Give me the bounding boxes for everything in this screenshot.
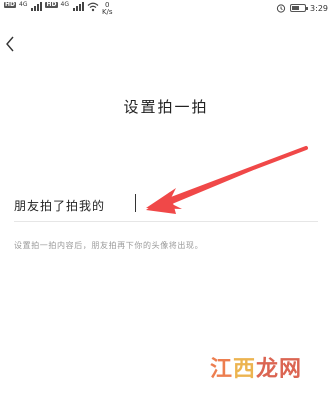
pat-input-row[interactable]: 朋友拍了拍我的 xyxy=(14,194,314,216)
wifi-icon xyxy=(87,2,99,12)
watermark-part2: 西 xyxy=(232,356,256,382)
alarm-icon xyxy=(276,4,286,13)
pat-prefix-label: 朋友拍了拍我的 xyxy=(14,198,106,213)
battery-level xyxy=(292,6,299,10)
status-bar-left: HD 4G HD 4G 0 K/s xyxy=(4,2,113,16)
watermark-part1: 江 xyxy=(209,356,233,382)
text-cursor xyxy=(135,194,136,212)
battery-icon xyxy=(290,4,309,12)
settings-screen: HD 4G HD 4G 0 K/s 3:29 设置拍一拍 朋友拍了拍我的 设置拍… xyxy=(0,0,332,397)
watermark-logo: 江 西 龙网 xyxy=(210,351,302,383)
hint-text: 设置拍一拍内容后，朋友拍再下你的头像将出现。 xyxy=(14,241,204,250)
sim1-label: HD xyxy=(4,1,17,8)
sim2-label: HD xyxy=(45,1,58,8)
back-icon xyxy=(6,36,14,52)
status-bar-right: 3:29 xyxy=(276,3,328,13)
input-divider xyxy=(14,221,318,222)
back-button[interactable] xyxy=(0,32,20,56)
network-speed: 0 K/s xyxy=(102,2,113,16)
status-time: 3:29 xyxy=(310,3,328,13)
status-bar: HD 4G HD 4G 0 K/s 3:29 xyxy=(0,0,332,22)
page-title: 设置拍一拍 xyxy=(123,98,209,116)
network2-label: 4G xyxy=(60,1,69,8)
pat-suffix-input[interactable] xyxy=(119,195,280,215)
signal-icon xyxy=(31,2,43,11)
watermark-part3: 龙网 xyxy=(255,356,302,382)
signal-icon xyxy=(72,2,84,11)
speed-unit: K/s xyxy=(101,8,113,16)
network1-label: 4G xyxy=(19,1,28,8)
